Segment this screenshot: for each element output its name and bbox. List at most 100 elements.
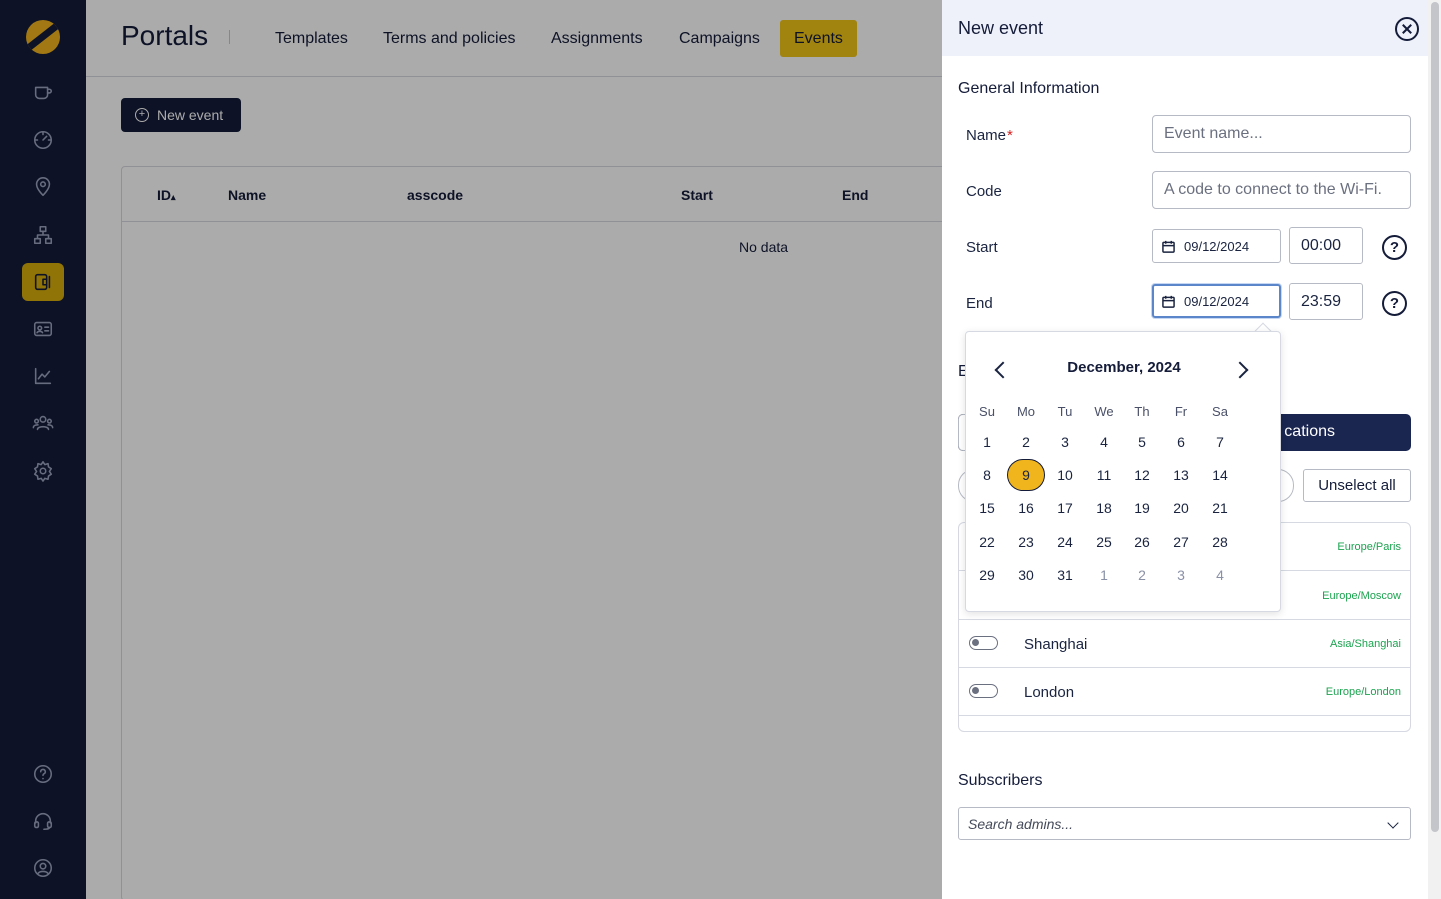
calendar-day[interactable]: 2	[1007, 426, 1045, 458]
location-timezone: Europe/Paris	[1337, 541, 1401, 553]
required-mark: *	[1007, 127, 1013, 144]
calendar-day-label: 25	[1096, 534, 1112, 550]
weekday-header: Th	[1134, 404, 1150, 419]
modal-backdrop[interactable]	[0, 0, 942, 899]
drawer-scrollbar[interactable]	[1428, 0, 1441, 899]
calendar-day-label: 19	[1134, 500, 1150, 516]
location-timezone: Asia/Shanghai	[1330, 638, 1401, 650]
calendar-day[interactable]: 14	[1201, 459, 1239, 491]
location-timezone: Europe/London	[1325, 686, 1401, 698]
calendar-day[interactable]: 19	[1123, 492, 1161, 524]
calendar-day[interactable]: 9	[1007, 459, 1045, 491]
calendar-day[interactable]: 13	[1162, 459, 1200, 491]
calendar-day-label: 8	[983, 467, 991, 483]
calendar-day-label: 14	[1212, 467, 1228, 483]
calendar-day-label: 12	[1134, 467, 1150, 483]
calendar-day-label: 23	[1018, 534, 1034, 550]
calendar-day-label: 3	[1061, 434, 1069, 450]
weekday-header: Su	[979, 404, 995, 419]
calendar-day[interactable]: 6	[1162, 426, 1200, 458]
calendar-day-label: 24	[1057, 534, 1073, 550]
calendar-day-label: 22	[979, 534, 995, 550]
calendar-day-label: 2	[1022, 434, 1030, 450]
calendar-day[interactable]: 5	[1123, 426, 1161, 458]
calendar-day[interactable]: 17	[1046, 492, 1084, 524]
start-label: Start	[966, 239, 998, 256]
end-date-picker[interactable]: 09/12/2024	[1152, 284, 1281, 318]
start-date-picker[interactable]: 09/12/2024	[1152, 229, 1281, 263]
calendar-day-label: 1	[1100, 567, 1108, 583]
end-time-input[interactable]: 23:59	[1289, 283, 1363, 320]
calendar-day[interactable]: 4	[1085, 426, 1123, 458]
close-icon[interactable]	[1395, 17, 1419, 41]
weekday-header: Mo	[1016, 404, 1036, 419]
calendar-day-label: 11	[1096, 467, 1112, 483]
location-toggle[interactable]	[969, 636, 998, 650]
calendar-day[interactable]: 27	[1162, 526, 1200, 558]
calendar-day-label: 15	[979, 500, 995, 516]
calendar-day-label: 13	[1173, 467, 1189, 483]
location-toggle[interactable]	[969, 684, 998, 698]
calendar-day-label: 7	[1216, 434, 1224, 450]
unselect-all-button[interactable]: Unselect all	[1303, 469, 1411, 502]
calendar-day[interactable]: 3	[1046, 426, 1084, 458]
calendar-day-label: 17	[1057, 500, 1073, 516]
calendar-day-label: 26	[1134, 534, 1150, 550]
calendar-day-label: 6	[1177, 434, 1185, 450]
list-item: Shanghai Asia/Shanghai	[959, 620, 1410, 668]
location-timezone: Europe/Moscow	[1322, 590, 1401, 602]
calendar-day[interactable]: 12	[1123, 459, 1161, 491]
calendar-day-label: 2	[1138, 567, 1146, 583]
calendar-day[interactable]: 1	[968, 426, 1006, 458]
date-picker-calendar: December, 2024 Su Mo Tu We Th Fr Sa 1 2 3 4 5 6 7 8 9 10…	[965, 331, 1281, 612]
calendar-day-label: 21	[1212, 500, 1228, 516]
calendar-day[interactable]: 2	[1123, 559, 1161, 591]
drawer-header: New event	[942, 0, 1428, 56]
start-help-icon[interactable]: ?	[1382, 235, 1407, 260]
event-name-input[interactable]	[1152, 115, 1411, 153]
location-name: London	[1024, 684, 1075, 701]
calendar-day-label: 4	[1216, 567, 1224, 583]
calendar-day[interactable]: 1	[1085, 559, 1123, 591]
calendar-day[interactable]: 4	[1201, 559, 1239, 591]
subscribers-select[interactable]: Search admins...	[958, 807, 1411, 840]
calendar-day[interactable]: 21	[1201, 492, 1239, 524]
end-label: End	[966, 295, 993, 312]
start-time-input[interactable]: 00:00	[1289, 227, 1363, 264]
calendar-day[interactable]: 16	[1007, 492, 1045, 524]
calendar-day[interactable]: 23	[1007, 526, 1045, 558]
calendar-day[interactable]: 31	[1046, 559, 1084, 591]
calendar-day-label: 20	[1173, 500, 1189, 516]
calendar-day[interactable]: 29	[968, 559, 1006, 591]
calendar-day-label: 5	[1138, 434, 1146, 450]
calendar-day[interactable]: 3	[1162, 559, 1200, 591]
calendar-day-label: 3	[1177, 567, 1185, 583]
calendar-day-label: 10	[1057, 467, 1073, 483]
calendar-day-label: 4	[1100, 434, 1108, 450]
end-date-value: 09/12/2024	[1184, 293, 1250, 309]
wifi-code-input[interactable]	[1152, 171, 1411, 209]
calendar-day[interactable]: 26	[1123, 526, 1161, 558]
calendar-day[interactable]: 30	[1007, 559, 1045, 591]
calendar-day[interactable]: 11	[1085, 459, 1123, 491]
scrollbar-thumb[interactable]	[1431, 2, 1439, 832]
calendar-day[interactable]: 8	[968, 459, 1006, 491]
calendar-day[interactable]: 15	[968, 492, 1006, 524]
list-item: London Europe/London	[959, 668, 1410, 716]
subscribers-title: Subscribers	[958, 772, 1043, 789]
calendar-day[interactable]: 25	[1085, 526, 1123, 558]
calendar-day-label: 31	[1057, 567, 1073, 583]
calendar-day[interactable]: 7	[1201, 426, 1239, 458]
weekday-header: Tu	[1057, 404, 1073, 419]
calendar-day[interactable]: 20	[1162, 492, 1200, 524]
calendar-day-label: 18	[1096, 500, 1112, 516]
calendar-icon	[1162, 295, 1175, 308]
calendar-day-label: 30	[1018, 567, 1034, 583]
calendar-day[interactable]: 22	[968, 526, 1006, 558]
end-help-icon[interactable]: ?	[1382, 291, 1407, 316]
calendar-day[interactable]: 24	[1046, 526, 1084, 558]
calendar-day[interactable]: 28	[1201, 526, 1239, 558]
subscribers-placeholder: Search admins...	[968, 815, 1074, 832]
calendar-day[interactable]: 10	[1046, 459, 1084, 491]
calendar-day[interactable]: 18	[1085, 492, 1123, 524]
